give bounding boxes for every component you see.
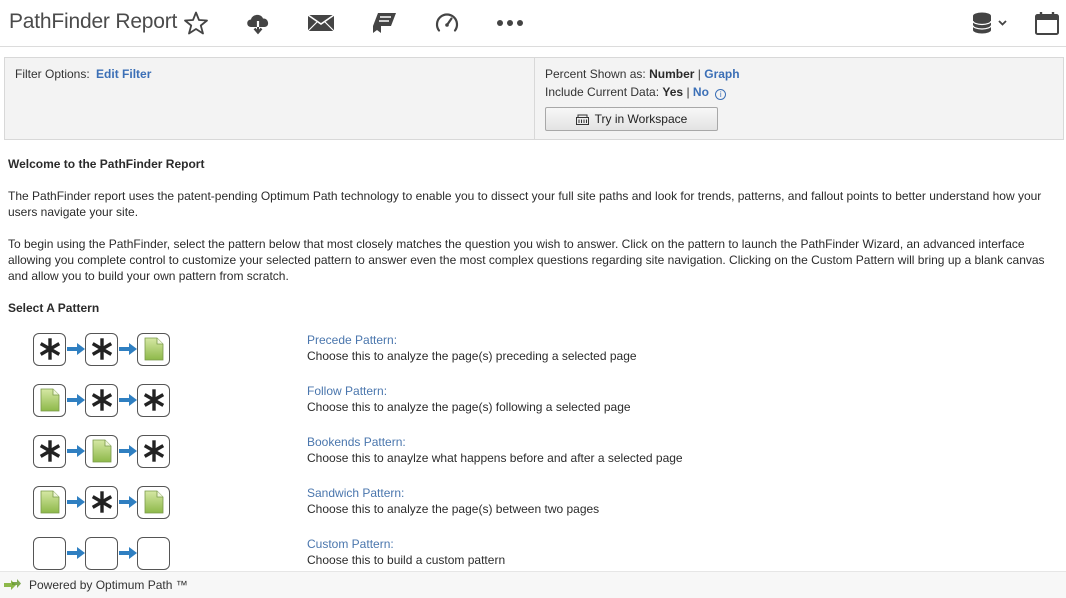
cloud-download-icon[interactable] [244,9,272,37]
pattern-link[interactable]: Sandwich Pattern: [307,486,404,500]
any-page-asterisk-icon [85,485,118,519]
empty-slot-box [33,536,66,570]
empty-slot-box [85,536,118,570]
page-document-icon [33,485,66,519]
pattern-diagram[interactable] [33,383,173,417]
current-data-no-link[interactable]: No [693,85,709,99]
pattern-description: Choose this to anaylze what happens befo… [307,451,683,465]
calendar-icon[interactable] [1033,9,1061,37]
pattern-row: Follow Pattern: Choose this to analyze th… [8,383,1062,423]
filter-options-line: Filter Options: Edit Filter [15,67,151,81]
include-current-data-label: Include Current Data: [545,85,660,99]
pattern-row: Precede Pattern: Choose this to analyze t… [8,332,1062,372]
filter-panel: Filter Options: Edit Filter Percent Show… [4,57,1064,140]
arrow-right-icon [66,547,85,559]
percent-number-option: Number [649,67,695,81]
any-page-asterisk-icon [85,332,118,366]
arrow-right-icon [118,394,137,406]
pattern-diagram[interactable] [33,332,173,366]
top-toolbar: PathFinder Report [0,0,1066,47]
optimum-path-logo-icon [4,579,21,590]
select-pattern-heading: Select A Pattern [8,301,100,315]
percent-shown-line: Percent Shown as: Number | Graph [545,67,740,81]
gauge-icon[interactable] [433,9,461,37]
page-document-icon [137,332,170,366]
any-page-asterisk-icon [33,434,66,468]
more-icon[interactable] [496,9,524,37]
footer-powered-by: Powered by Optimum Path ™ [29,578,188,592]
current-data-separator: | [686,85,690,99]
try-in-workspace-button[interactable]: Try in Workspace [545,107,718,131]
pattern-link[interactable]: Bookends Pattern: [307,435,406,449]
pattern-description: Choose this to analyze the page(s) prece… [307,349,637,363]
footer: Powered by Optimum Path ™ [0,571,1066,598]
empty-slot-box [137,536,170,570]
arrow-right-icon [118,496,137,508]
pattern-diagram[interactable] [33,434,173,468]
pattern-description: Choose this to analyze the page(s) follo… [307,400,631,414]
try-in-workspace-label: Try in Workspace [594,112,688,126]
arrow-right-icon [118,547,137,559]
mail-icon[interactable] [307,9,335,37]
filter-options-section: Filter Options: Edit Filter [5,58,535,139]
info-icon[interactable]: i [715,89,727,100]
include-current-data-line: Include Current Data: Yes | No i [545,85,727,100]
any-page-asterisk-icon [33,332,66,366]
arrow-right-icon [66,445,85,457]
pattern-link[interactable]: Precede Pattern: [307,333,397,347]
any-page-asterisk-icon [137,434,170,468]
instructions-paragraph: To begin using the PathFinder, select th… [8,237,1045,283]
page-document-icon [33,383,66,417]
any-page-asterisk-icon [85,383,118,417]
workspace-icon [575,114,589,125]
arrow-right-icon [66,394,85,406]
pattern-link[interactable]: Custom Pattern: [307,537,394,551]
current-data-yes-option: Yes [662,85,684,99]
any-page-asterisk-icon [137,383,170,417]
database-icon[interactable] [970,9,1010,37]
pattern-description: Choose this to analyze the page(s) betwe… [307,502,600,516]
pattern-row: Sandwich Pattern: Choose this to analyze … [8,485,1062,525]
filter-options-label: Filter Options: [15,67,90,81]
page-document-icon [85,434,118,468]
arrow-right-icon [118,343,137,355]
intro-paragraph: The PathFinder report uses the patent-pe… [8,189,1042,219]
percent-graph-link[interactable]: Graph [704,67,739,81]
pattern-row: Bookends Pattern: Choose this to anaylze … [8,434,1062,474]
pattern-link[interactable]: Follow Pattern: [307,384,387,398]
arrow-right-icon [118,445,137,457]
bookmark-icon[interactable] [370,9,398,37]
pattern-diagram[interactable] [33,485,173,519]
arrow-right-icon [66,343,85,355]
arrow-right-icon [66,496,85,508]
app-title: PathFinder Report [9,10,178,33]
welcome-heading: Welcome to the PathFinder Report [8,157,205,171]
pattern-row: Custom Pattern: Choose this to build a cu… [8,536,1062,576]
percent-separator: | [697,67,701,81]
star-icon[interactable] [182,9,210,37]
edit-filter-link[interactable]: Edit Filter [96,67,151,81]
page-document-icon [137,485,170,519]
pattern-description: Choose this to build a custom pattern [307,553,506,567]
pattern-diagram[interactable] [33,536,173,570]
percent-shown-label: Percent Shown as: [545,67,646,81]
